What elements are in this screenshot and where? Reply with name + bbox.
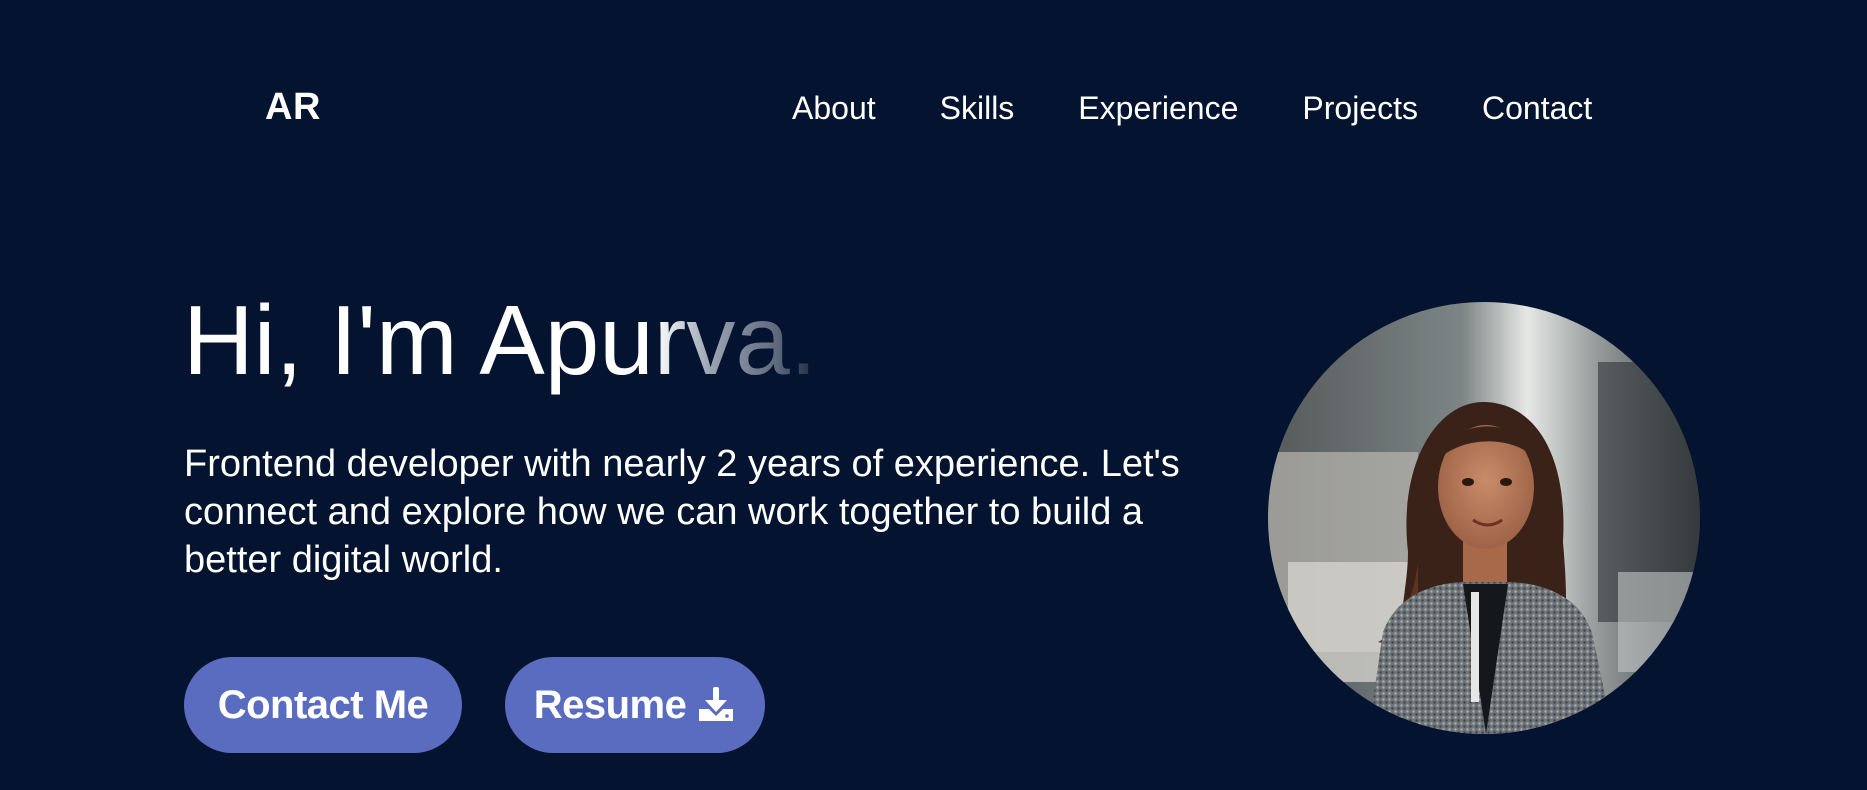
hero-title-solid: Hi, I'm Apu xyxy=(183,285,654,395)
hero-title: Hi, I'm Apurva. xyxy=(183,285,817,395)
download-icon xyxy=(696,685,736,725)
resume-label: Resume xyxy=(533,682,687,727)
nav-projects[interactable]: Projects xyxy=(1302,88,1418,128)
nav-skills[interactable]: Skills xyxy=(940,88,1015,128)
nav-contact[interactable]: Contact xyxy=(1482,88,1592,128)
main-nav: About Skills Experience Projects Contact xyxy=(792,88,1592,128)
page: AR About Skills Experience Projects Cont… xyxy=(0,0,1867,790)
hero-subtitle: Frontend developer with nearly 2 years o… xyxy=(184,443,1180,581)
logo[interactable]: AR xyxy=(265,86,321,129)
hero-title-typing: rva. xyxy=(653,285,818,395)
contact-me-button[interactable]: Contact Me xyxy=(184,657,462,753)
resume-button[interactable]: Resume xyxy=(505,657,765,753)
nav-experience[interactable]: Experience xyxy=(1078,88,1238,128)
contact-me-label: Contact Me xyxy=(217,682,429,727)
nav-about[interactable]: About xyxy=(792,88,876,128)
profile-photo xyxy=(1268,302,1700,734)
